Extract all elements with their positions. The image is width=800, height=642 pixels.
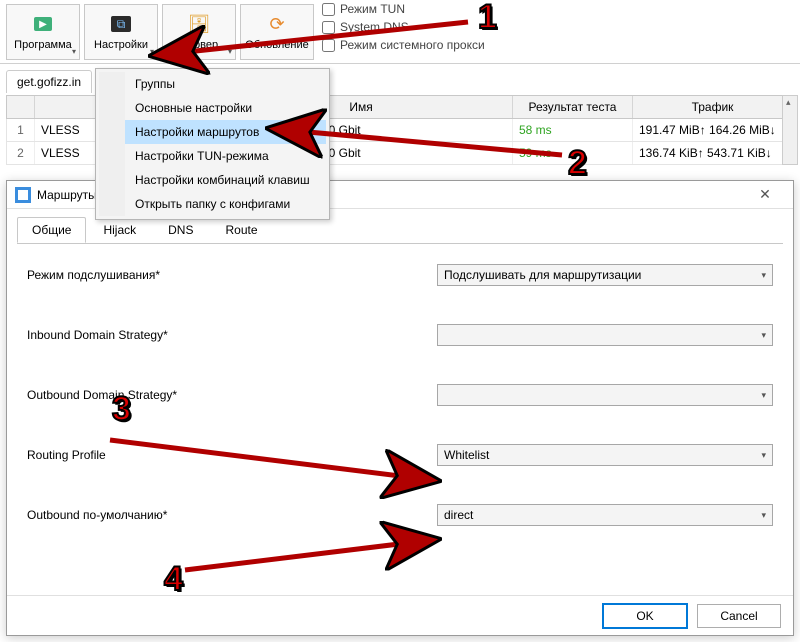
menu-item-hotkeys[interactable]: Настройки комбинаций клавиш <box>125 168 326 192</box>
ok-button[interactable]: OK <box>603 604 687 628</box>
chevron-down-icon: ▾ <box>761 390 766 401</box>
tun-label: Режим TUN <box>340 2 405 16</box>
dialog-footer: OK Cancel <box>7 595 793 635</box>
mode-checklist: Режим TUN System DNS Режим системного пр… <box>322 2 485 52</box>
program-button[interactable]: ▶ Программа ▾ <box>6 4 80 60</box>
server-button[interactable]: 🗄 Сервер ▾ <box>162 4 236 60</box>
row-test: 58 ms <box>513 119 633 141</box>
chevron-down-icon: ▾ <box>72 47 76 56</box>
sniff-mode-value: Подслушивать для маршрутизации <box>444 268 641 282</box>
tab-hijack[interactable]: Hijack <box>88 217 151 243</box>
proxy-checkbox[interactable] <box>322 39 335 52</box>
settings-button[interactable]: ⧉ Настройки ▾ <box>84 4 158 60</box>
server-label: Сервер <box>180 39 218 51</box>
col-traffic: Трафик <box>633 96 793 118</box>
row-index: 1 <box>7 119 35 141</box>
tun-mode-check[interactable]: Режим TUN <box>322 2 485 16</box>
update-button[interactable]: ⟳ Обновление <box>240 4 314 60</box>
menu-item-route-settings[interactable]: Настройки маршрутов <box>125 120 326 144</box>
system-proxy-check[interactable]: Режим системного прокси <box>322 38 485 52</box>
subscription-tab[interactable]: get.gofizz.in <box>6 70 92 93</box>
menu-item-groups[interactable]: Группы <box>125 72 326 96</box>
dialog-body: Режим подслушивания* Подслушивать для ма… <box>17 243 783 595</box>
vertical-scrollbar[interactable] <box>782 95 798 165</box>
inbound-strategy-combo[interactable]: ▾ <box>437 324 773 346</box>
program-label: Программа <box>14 39 72 51</box>
row-traffic: 136.74 KiB↑ 543.71 KiB↓ <box>633 142 793 164</box>
row-index: 2 <box>7 142 35 164</box>
chevron-down-icon: ▾ <box>761 510 766 521</box>
chevron-down-icon: ▾ <box>761 270 766 281</box>
routing-profile-label: Routing Profile <box>27 448 437 462</box>
default-outbound-label: Outbound по-умолчанию* <box>27 508 437 522</box>
cancel-button[interactable]: Cancel <box>697 604 781 628</box>
default-outbound-value: direct <box>444 508 473 522</box>
outbound-strategy-combo[interactable]: ▾ <box>437 384 773 406</box>
proxy-label: Режим системного прокси <box>340 38 485 52</box>
dialog-title: Маршруты <box>37 188 97 202</box>
server-icon: 🗄 <box>188 13 210 35</box>
play-icon: ▶ <box>32 13 54 35</box>
menu-item-tun-settings[interactable]: Настройки TUN-режима <box>125 144 326 168</box>
dns-label: System DNS <box>340 20 409 34</box>
chevron-down-icon: ▾ <box>228 47 232 56</box>
tab-route[interactable]: Route <box>210 217 272 243</box>
chevron-down-icon: ▾ <box>761 330 766 341</box>
chevron-down-icon: ▾ <box>150 47 154 56</box>
tun-checkbox[interactable] <box>322 3 335 16</box>
refresh-icon: ⟳ <box>266 13 288 35</box>
chevron-down-icon: ▾ <box>761 450 766 461</box>
row-traffic: 191.47 MiB↑ 164.26 MiB↓ <box>633 119 793 141</box>
row-test: 59 ms <box>513 142 633 164</box>
tab-dns[interactable]: DNS <box>153 217 208 243</box>
menu-item-main-settings[interactable]: Основные настройки <box>125 96 326 120</box>
settings-dropdown-menu: Группы Основные настройки Настройки марш… <box>95 68 330 220</box>
default-outbound-combo[interactable]: direct ▾ <box>437 504 773 526</box>
routing-profile-value: Whitelist <box>444 448 489 462</box>
col-index <box>7 96 35 118</box>
sniff-mode-label: Режим подслушивания* <box>27 268 437 282</box>
routing-profile-combo[interactable]: Whitelist ▾ <box>437 444 773 466</box>
menu-item-open-config-folder[interactable]: Открыть папку с конфигами <box>125 192 326 216</box>
settings-icon: ⧉ <box>110 13 132 35</box>
sniff-mode-combo[interactable]: Подслушивать для маршрутизации ▾ <box>437 264 773 286</box>
inbound-strategy-label: Inbound Domain Strategy* <box>27 328 437 342</box>
app-icon <box>15 187 31 203</box>
col-test: Результат теста <box>513 96 633 118</box>
system-dns-check[interactable]: System DNS <box>322 20 485 34</box>
update-label: Обновление <box>245 39 309 51</box>
routes-dialog: Маршруты ✕ Общие Hijack DNS Route Режим … <box>6 180 794 636</box>
settings-label: Настройки <box>94 39 148 51</box>
close-icon[interactable]: ✕ <box>745 186 785 203</box>
outbound-strategy-label: Outbound Domain Strategy* <box>27 388 437 402</box>
dns-checkbox[interactable] <box>322 21 335 34</box>
tab-general[interactable]: Общие <box>17 217 86 243</box>
